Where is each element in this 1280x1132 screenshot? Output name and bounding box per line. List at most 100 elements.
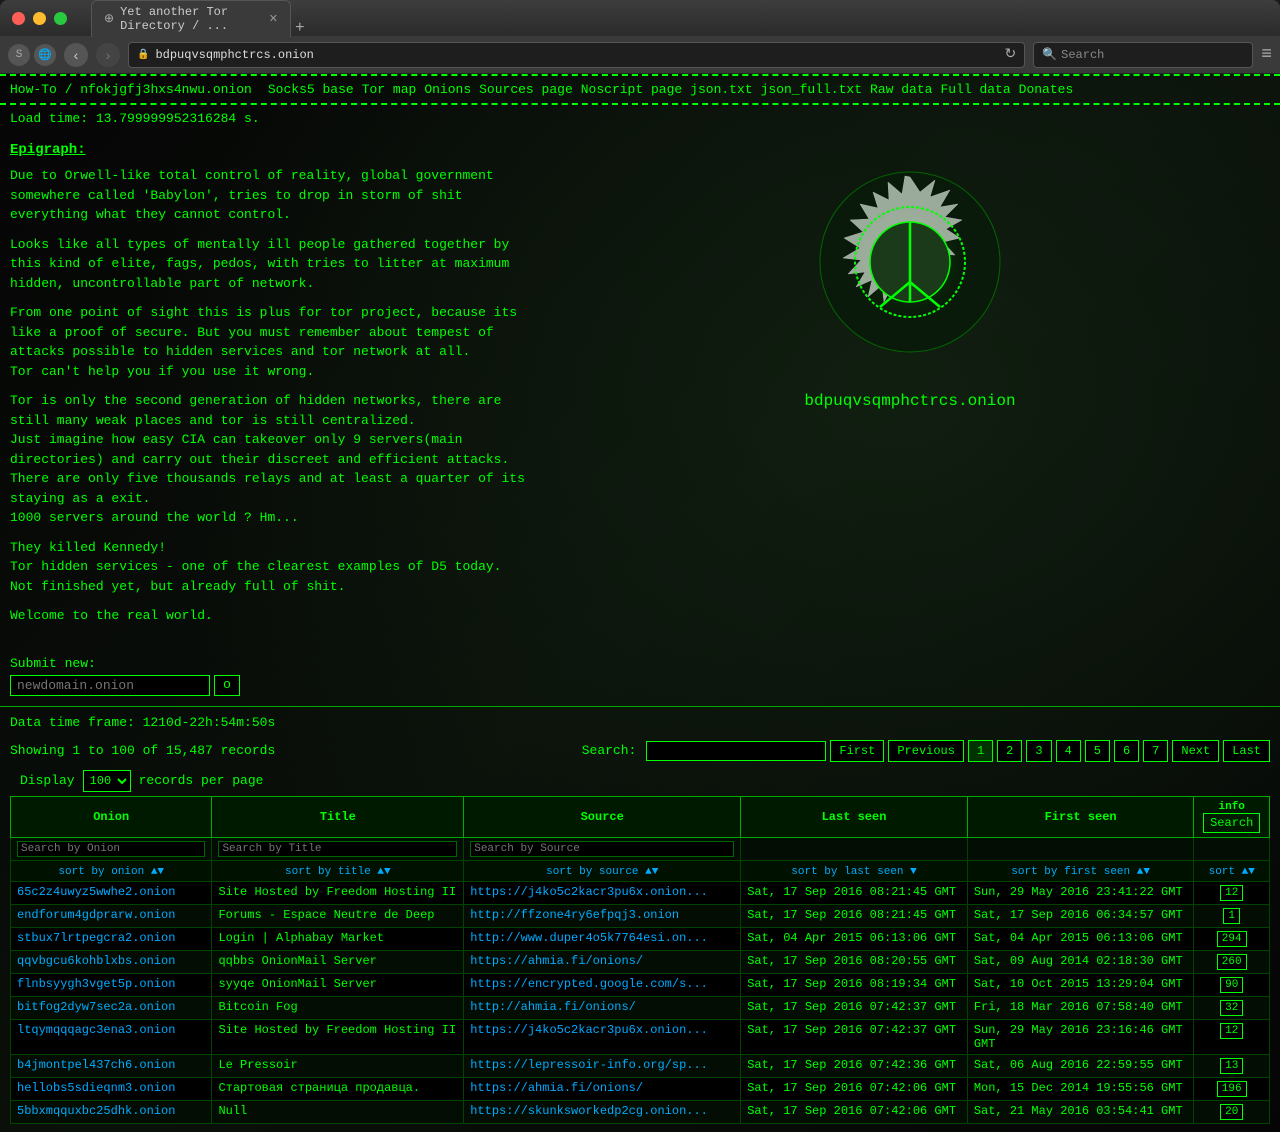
filter-source-cell: [464, 837, 741, 860]
previous-button[interactable]: Previous: [888, 740, 964, 762]
lock-icon: 🔒: [137, 49, 149, 61]
onion-link[interactable]: 5bbxmqquxbc25dhk.onion: [17, 1104, 175, 1118]
page-4-button[interactable]: 4: [1056, 740, 1081, 762]
sort-source-link[interactable]: sort by source ▲▼: [546, 866, 658, 878]
tab-close-icon[interactable]: ✕: [269, 12, 278, 26]
sort-lastseen-link[interactable]: sort by last seen ▼: [791, 866, 916, 878]
source-link[interactable]: https://ahmia.fi/onions/: [470, 1081, 643, 1095]
table-row: ltqymqqqagc3ena3.onion Site Hosted by Fr…: [11, 1019, 1270, 1054]
content-area: How-To / nfokjgfj3hxs4nwu.onion Socks5 b…: [0, 74, 1280, 1132]
reload-button[interactable]: ↻: [1004, 46, 1016, 63]
minimize-button[interactable]: [33, 12, 46, 25]
tab-title: Yet another Tor Directory / ...: [120, 5, 263, 33]
howto-link[interactable]: How-To / nfokjgfj3hxs4nwu.onion: [10, 82, 252, 97]
extension-icons: S 🌐: [8, 44, 56, 66]
onion-link[interactable]: hellobs5sdieqnm3.onion: [17, 1081, 175, 1095]
page-1-button[interactable]: 1: [968, 740, 993, 762]
cell-info: 294: [1194, 927, 1270, 950]
sort-onion-link[interactable]: sort by onion ▲▼: [58, 866, 164, 878]
forward-button[interactable]: ›: [96, 43, 120, 67]
browser-search-bar[interactable]: 🔍 Search: [1033, 42, 1253, 68]
onion-link[interactable]: b4jmontpel437ch6.onion: [17, 1058, 175, 1072]
sort-info-link[interactable]: sort ▲▼: [1209, 866, 1255, 878]
maximize-button[interactable]: [54, 12, 67, 25]
onion-link[interactable]: ltqymqqqagc3ena3.onion: [17, 1023, 175, 1037]
onion-link[interactable]: 65c2z4uwyz5wwhe2.onion: [17, 885, 175, 899]
titlebar: ⊕ Yet another Tor Directory / ... ✕ +: [0, 0, 1280, 36]
nav-json-txt[interactable]: json.txt: [690, 82, 752, 97]
onion-link[interactable]: qqvbgcu6kohblxbs.onion: [17, 954, 175, 968]
filter-title-input[interactable]: [218, 841, 457, 857]
nav-tormap[interactable]: Tor map: [362, 82, 417, 97]
nav-json-full[interactable]: json_full.txt: [761, 82, 862, 97]
source-link[interactable]: https://skunksworkedp2cg.onion...: [470, 1104, 708, 1118]
records-per-page-select[interactable]: 100 50 25 200: [83, 770, 131, 792]
cell-info: 12: [1194, 1019, 1270, 1054]
table-search-button[interactable]: Search: [1203, 813, 1260, 833]
cell-title: Login | Alphabay Market: [212, 927, 464, 950]
page-7-button[interactable]: 7: [1143, 740, 1168, 762]
info-badge: 20: [1220, 1104, 1243, 1120]
cell-firstseen: Sat, 04 Apr 2015 06:13:06 GMT: [967, 927, 1194, 950]
cell-lastseen: Sat, 17 Sep 2016 08:21:45 GMT: [741, 881, 968, 904]
nav-rawdata[interactable]: Raw data: [870, 82, 932, 97]
cell-firstseen: Sat, 21 May 2016 03:54:41 GMT: [967, 1100, 1194, 1123]
sort-firstseen-link[interactable]: sort by first seen ▲▼: [1011, 866, 1150, 878]
onion-link[interactable]: stbux7lrtpegcra2.onion: [17, 931, 175, 945]
back-button[interactable]: ‹: [64, 43, 88, 67]
source-link[interactable]: https://j4ko5c2kacr3pu6x.onion...: [470, 1023, 708, 1037]
col-header-firstseen: First seen: [967, 796, 1194, 837]
new-tab-button[interactable]: +: [295, 19, 305, 37]
source-link[interactable]: http://www.duper4o5k7764esi.on...: [470, 931, 708, 945]
first-button[interactable]: First: [830, 740, 884, 762]
sort-title-link[interactable]: sort by title ▲▼: [285, 866, 391, 878]
last-button[interactable]: Last: [1223, 740, 1270, 762]
nav-fulldata[interactable]: Full data: [940, 82, 1010, 97]
table-row: stbux7lrtpegcra2.onion Login | Alphabay …: [11, 927, 1270, 950]
display-label: Display: [20, 773, 75, 788]
onion-link[interactable]: bitfog2dyw7sec2a.onion: [17, 1000, 175, 1014]
nav-onions[interactable]: Onions: [424, 82, 471, 97]
data-timeframe: Data time frame: 1210d-22h:54m:50s: [10, 715, 1270, 730]
cell-title: Site Hosted by Freedom Hosting II: [212, 881, 464, 904]
page-6-button[interactable]: 6: [1114, 740, 1139, 762]
source-link[interactable]: https://lepressoir-info.org/sp...: [470, 1058, 708, 1072]
sort-onion-cell: sort by onion ▲▼: [11, 860, 212, 881]
close-button[interactable]: [12, 12, 25, 25]
table-row: bitfog2dyw7sec2a.onion Bitcoin Fog http:…: [11, 996, 1270, 1019]
source-link[interactable]: https://encrypted.google.com/s...: [470, 977, 708, 991]
cell-onion: b4jmontpel437ch6.onion: [11, 1054, 212, 1077]
source-link[interactable]: https://ahmia.fi/onions/: [470, 954, 643, 968]
nav-donates[interactable]: Donates: [1019, 82, 1074, 97]
toolbar: S 🌐 ‹ › 🔒 bdpuqvsqmphctrcs.onion ↻ 🔍 Sea…: [0, 36, 1280, 74]
search-input-main[interactable]: [646, 741, 826, 761]
cell-title: Le Pressoir: [212, 1054, 464, 1077]
page-3-button[interactable]: 3: [1026, 740, 1051, 762]
cell-info: 196: [1194, 1077, 1270, 1100]
source-link[interactable]: https://j4ko5c2kacr3pu6x.onion...: [470, 885, 708, 899]
filter-source-input[interactable]: [470, 841, 734, 857]
filter-onion-input[interactable]: [17, 841, 205, 857]
search-placeholder: Search: [1061, 48, 1104, 62]
filter-info-cell: [1194, 837, 1270, 860]
source-link[interactable]: http://ahmia.fi/onions/: [470, 1000, 636, 1014]
menu-icon[interactable]: ≡: [1261, 45, 1272, 65]
cell-source: http://www.duper4o5k7764esi.on...: [464, 927, 741, 950]
url-bar[interactable]: 🔒 bdpuqvsqmphctrcs.onion ↻: [128, 42, 1025, 68]
submit-input[interactable]: [10, 675, 210, 696]
next-button[interactable]: Next: [1172, 740, 1219, 762]
cell-lastseen: Sat, 17 Sep 2016 07:42:06 GMT: [741, 1100, 968, 1123]
cell-onion: hellobs5sdieqnm3.onion: [11, 1077, 212, 1100]
nav-socks5[interactable]: Socks5 base: [268, 82, 354, 97]
page-2-button[interactable]: 2: [997, 740, 1022, 762]
nav-sources[interactable]: Sources page: [479, 82, 573, 97]
cell-title: qqbbs OnionMail Server: [212, 950, 464, 973]
filter-lastseen-cell: [741, 837, 968, 860]
cell-title: Site Hosted by Freedom Hosting II: [212, 1019, 464, 1054]
page-5-button[interactable]: 5: [1085, 740, 1110, 762]
nav-noscript[interactable]: Noscript page: [581, 82, 682, 97]
submit-button[interactable]: o: [214, 675, 240, 696]
browser-tab[interactable]: ⊕ Yet another Tor Directory / ... ✕: [91, 0, 291, 37]
cell-onion: ltqymqqqagc3ena3.onion: [11, 1019, 212, 1054]
onion-link[interactable]: flnbsyygh3vget5p.onion: [17, 977, 175, 991]
